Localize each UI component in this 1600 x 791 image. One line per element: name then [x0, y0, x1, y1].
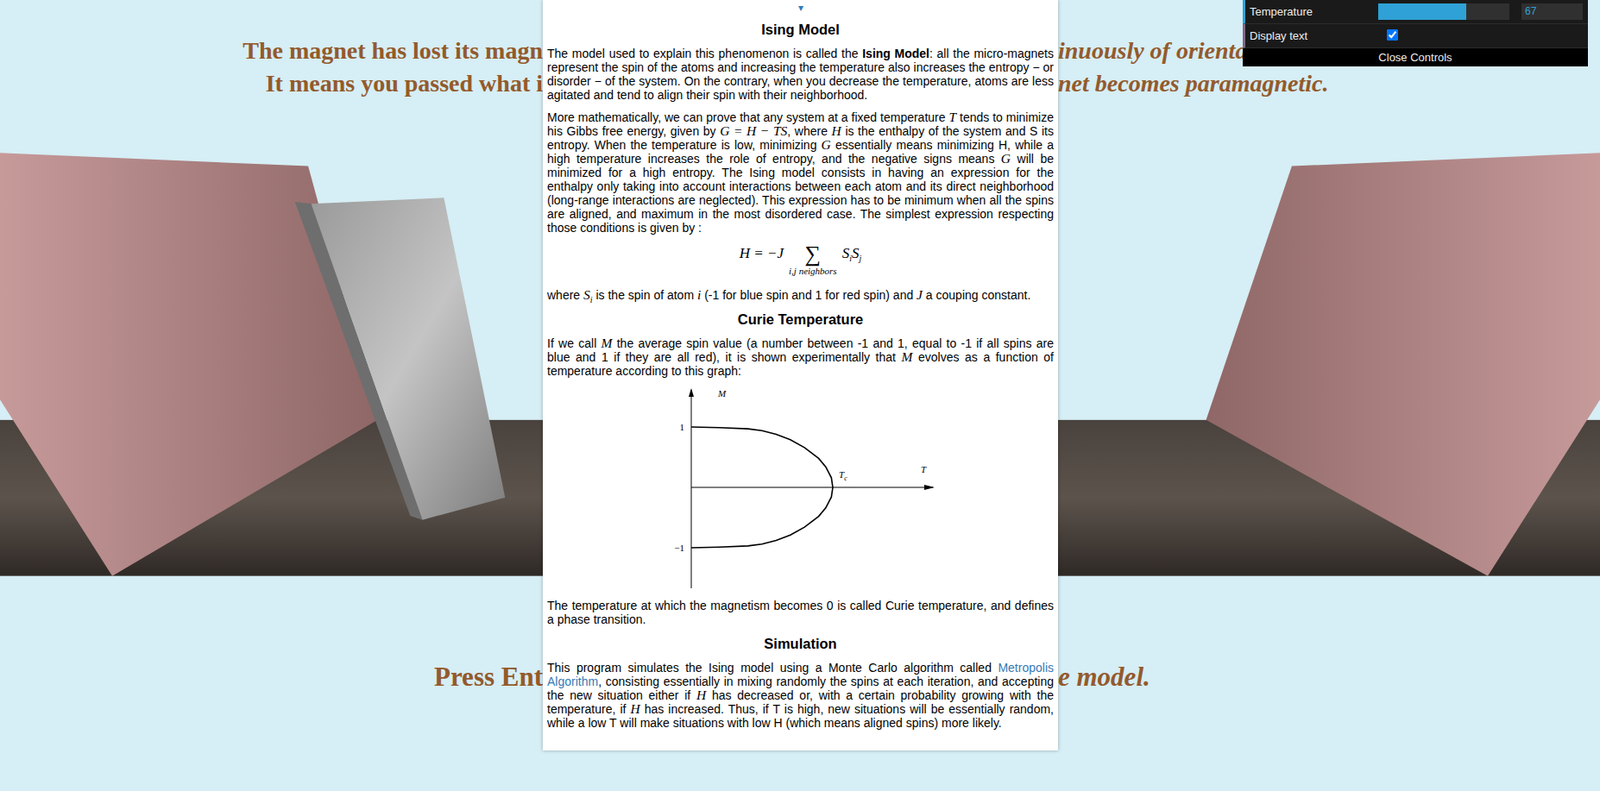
curve-line	[691, 487, 833, 549]
math-subscript: j	[858, 253, 862, 264]
math-subscript: i	[849, 253, 852, 264]
equation: H = −J∑i,j neighborsSiSj	[547, 243, 1054, 277]
headline-text: It means you passed what i	[0, 67, 543, 101]
text-run: If we call	[547, 336, 602, 351]
checkbox-wrap	[1378, 29, 1583, 44]
paragraph: The temperature at which the magnetism b…	[547, 598, 1054, 627]
text-run: a couping constant.	[922, 288, 1031, 303]
math-symbol: H	[629, 701, 640, 717]
curve-line	[691, 427, 833, 488]
critical-subscript: c	[844, 474, 848, 483]
right-caption: inuously of orientanet becomes paramagne…	[1058, 0, 1600, 791]
display-text-checkbox[interactable]	[1386, 29, 1399, 41]
y-tick: −1	[674, 542, 685, 554]
spin-factor: Sj	[851, 245, 862, 262]
equation-lhs: H = −J	[739, 243, 784, 265]
spin-factor: Si	[842, 245, 852, 262]
y-axis	[690, 390, 692, 589]
sum: ∑i,j neighbors	[788, 243, 838, 277]
chart-svg: 1 −1 M T Tc	[658, 386, 944, 591]
math-symbol: T	[948, 109, 957, 125]
left-caption: The magnet has lost its magnIt means you…	[0, 0, 543, 791]
control-row: Temperature 67	[1242, 0, 1588, 25]
text-run: (-1 for blue spin and 1 for red spin) an…	[700, 288, 917, 303]
text-run: is the spin of atom	[592, 288, 698, 303]
math-symbol: J	[916, 287, 923, 303]
paragraph: where Si is the spin of atom i (-1 for b…	[547, 288, 1054, 303]
bold-term: Ising Model	[862, 46, 930, 61]
x-label: T	[920, 464, 927, 475]
layout: The magnet has lost its magnIt means you…	[0, 0, 1600, 791]
magnet-plate	[311, 197, 506, 520]
control-label: Temperature	[1249, 5, 1379, 19]
math-symbol: G = H − TS	[719, 123, 788, 139]
info-panel: ▾Ising ModelThe model used to explain th…	[542, 0, 1059, 751]
headline-text: The magnet has lost its magn	[0, 34, 543, 68]
text-run: The temperature at which the magnetism b…	[547, 598, 1054, 627]
math-symbol: M	[601, 335, 613, 351]
y-tick: 1	[679, 422, 685, 433]
math-symbol: H	[696, 687, 706, 703]
equation-rhs: SiSj	[842, 243, 863, 265]
section-heading: Curie Temperature	[547, 310, 1054, 328]
math-subscript: i	[590, 295, 593, 305]
paragraph: This program simulates the Ising model u…	[547, 661, 1054, 731]
x-axis	[691, 487, 933, 489]
text-run: This program simulates the Ising model u…	[547, 661, 998, 675]
magnetization-chart: 1 −1 M T Tc	[547, 386, 1054, 591]
y-label: M	[717, 388, 727, 399]
math-symbol: M	[901, 349, 914, 365]
close-controls-button[interactable]: Close Controls	[1242, 48, 1588, 67]
sum-sign: ∑	[805, 243, 822, 266]
critical-label: Tc	[838, 469, 848, 483]
control-label: Display text	[1249, 29, 1379, 43]
paragraph: If we call M the average spin value (a n…	[547, 336, 1054, 378]
collapse-toggle[interactable]: ▾	[547, 0, 1054, 14]
sum-index: i,j neighbors	[788, 265, 838, 277]
right-wall	[1206, 152, 1600, 576]
controls-panel: Temperature 67 Display text Close Controls	[1242, 0, 1588, 67]
math-symbol: G	[1001, 151, 1011, 166]
text-run: where	[547, 288, 584, 303]
text-run: The model used to explain this phenomeno…	[547, 46, 863, 61]
text-run: More mathematically, we can prove that a…	[547, 110, 949, 125]
paragraph: The model used to explain this phenomeno…	[547, 46, 1054, 102]
page: The magnet has lost its magnIt means you…	[0, 0, 1600, 791]
slider-control: 67	[1378, 3, 1583, 20]
math-symbol: i	[697, 287, 701, 303]
control-row: Display text	[1242, 24, 1588, 49]
x-axis-arrow-icon	[924, 485, 935, 491]
headline-text: net becomes paramagnetic.	[1058, 67, 1600, 101]
text-run: , where	[787, 124, 832, 139]
section-heading: Ising Model	[547, 20, 1054, 38]
prompt-text: e model.	[1058, 660, 1600, 695]
paragraph: More mathematically, we can prove that a…	[547, 110, 1054, 235]
slider-fill	[1378, 3, 1467, 20]
y-axis-arrow-icon	[688, 388, 694, 397]
prompt-text: Press Ent	[0, 660, 543, 695]
math-symbol: H	[831, 123, 842, 139]
math-symbol: G	[821, 137, 832, 152]
slider-track[interactable]	[1378, 3, 1510, 20]
slider-value[interactable]: 67	[1521, 3, 1583, 20]
math-symbol: Si	[583, 287, 593, 303]
section-heading: Simulation	[547, 635, 1054, 653]
